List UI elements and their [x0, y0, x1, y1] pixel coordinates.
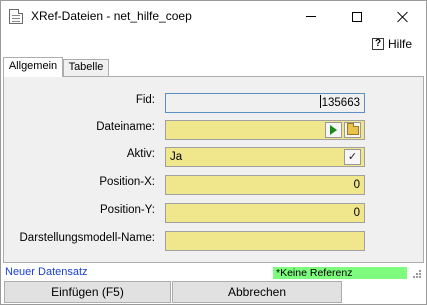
tab-allgemein[interactable]: Allgemein — [3, 57, 63, 77]
aktiv-field[interactable]: Ja ✓ — [165, 147, 365, 167]
help-button[interactable]: ? Hilfe — [372, 37, 412, 51]
position-x-field[interactable]: 0 — [165, 175, 365, 195]
darstellungsmodell-field[interactable] — [165, 231, 365, 251]
dateiname-field[interactable] — [165, 120, 365, 140]
dialog-window: XRef-Dateien - net_hilfe_coep ? Hilfe Al… — [0, 0, 427, 305]
position-y-field[interactable]: 0 — [165, 203, 365, 223]
open-file-button[interactable] — [325, 122, 342, 138]
fid-value: 135663 — [321, 97, 360, 109]
tab-tabelle[interactable]: Tabelle — [63, 59, 109, 76]
text-caret — [319, 95, 321, 108]
reference-status: *Keine Referenz — [273, 267, 407, 279]
folder-icon — [346, 122, 359, 135]
dateiname-label: Dateiname: — [96, 121, 155, 133]
status-bar: Neuer Datensatz *Keine Referenz — [3, 266, 424, 280]
cancel-button[interactable]: Abbrechen — [172, 281, 342, 303]
fid-label: Fid: — [135, 94, 155, 106]
document-icon — [9, 9, 23, 24]
fid-field[interactable]: 135663 — [165, 93, 365, 113]
play-icon — [330, 125, 337, 135]
maximize-button[interactable] — [334, 1, 380, 32]
record-state-text: Neuer Datensatz — [5, 266, 88, 278]
checkmark-icon: ✓ — [347, 151, 358, 163]
help-label: Hilfe — [388, 37, 413, 51]
close-button[interactable] — [380, 1, 426, 32]
window-title: XRef-Dateien - net_hilfe_coep — [31, 9, 192, 23]
position-x-label: Position-X: — [99, 176, 155, 188]
tab-panel-allgemein: Fid: 135663 Dateiname: Aktiv: Ja ✓ Posit… — [3, 76, 424, 263]
position-y-label: Position-Y: — [100, 204, 155, 216]
aktiv-toggle-button[interactable]: ✓ — [344, 149, 361, 165]
help-icon: ? — [372, 38, 384, 50]
maximize-icon — [352, 11, 362, 22]
close-icon — [397, 11, 409, 23]
aktiv-label: Aktiv: — [126, 148, 155, 160]
browse-folder-button[interactable] — [344, 122, 361, 138]
darstellungsmodell-label: Darstellungsmodell-Name: — [19, 232, 156, 244]
minimize-icon — [306, 16, 316, 17]
insert-button[interactable]: Einfügen (F5) — [4, 281, 171, 303]
title-bar[interactable]: XRef-Dateien - net_hilfe_coep — [1, 1, 426, 32]
minimize-button[interactable] — [288, 1, 334, 32]
aktiv-value: Ja — [170, 151, 183, 163]
resize-grip-icon[interactable] — [412, 269, 421, 278]
